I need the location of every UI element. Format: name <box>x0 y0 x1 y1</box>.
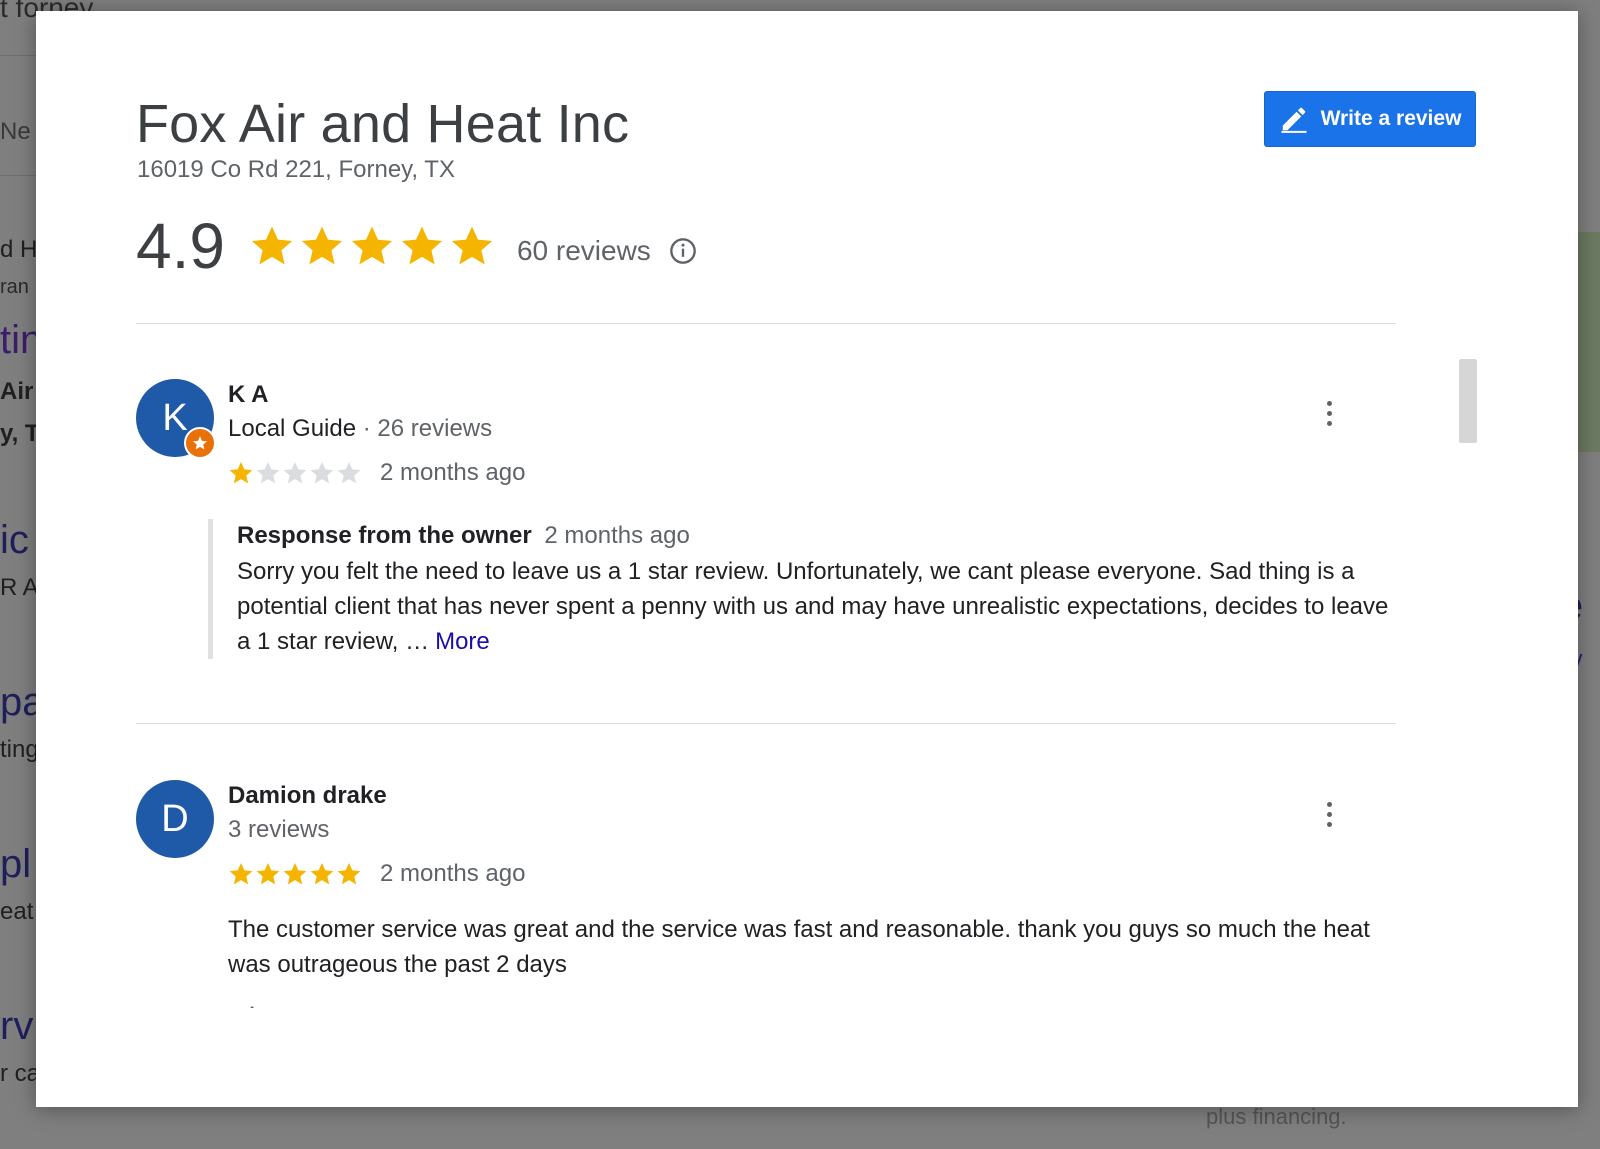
avatar[interactable]: D <box>136 780 214 858</box>
dot <box>1326 801 1332 807</box>
review-count: 60 reviews <box>516 235 651 266</box>
dot <box>1326 410 1332 416</box>
thumbs-up-icon[interactable] <box>236 992 316 1008</box>
write-review-button[interactable]: Write a review <box>1264 91 1476 147</box>
meta-separator: · <box>356 415 378 442</box>
rating-summary: 4.9 60 reviews <box>136 210 697 282</box>
background-fragment: eat <box>0 898 34 925</box>
dot <box>1326 821 1332 827</box>
info-icon[interactable] <box>669 237 697 265</box>
background-fragment: plus financing. <box>1206 1104 1347 1129</box>
background-fragment: Ne <box>0 118 31 145</box>
review-stars <box>228 861 362 887</box>
review-rating-row: 2 months ago <box>228 459 525 487</box>
owner-response-text: Sorry you felt the need to leave us a 1 … <box>237 558 1389 655</box>
scrollbar[interactable] <box>1459 359 1477 443</box>
background-fragment: y, T <box>0 420 40 447</box>
reviews-dialog: Fox Air and Heat Inc 16019 Co Rd 221, Fo… <box>36 11 1578 1107</box>
background-fragment: rv <box>0 1004 34 1048</box>
average-rating: 4.9 <box>136 210 225 282</box>
local-guide-badge-icon <box>184 427 216 459</box>
dot <box>1326 400 1332 406</box>
background-fragment: pl <box>0 842 32 886</box>
reviewer-review-count: 26 reviews <box>377 415 493 442</box>
owner-response-date: 2 months ago <box>544 522 690 549</box>
review-rating-row: 2 months ago <box>228 860 525 888</box>
background-fragment: Air <box>0 378 34 405</box>
average-rating-stars <box>249 223 495 269</box>
dot <box>1326 811 1332 817</box>
review-stars <box>228 460 362 486</box>
review-text: The customer service was great and the s… <box>228 916 1370 978</box>
background-divider <box>0 175 36 176</box>
star-icon <box>251 226 293 265</box>
reviewer-meta: 3 reviews <box>228 816 329 844</box>
star-filled-icon <box>337 862 361 885</box>
star-icon <box>401 226 443 265</box>
reviewer-name[interactable]: Damion drake <box>228 782 387 810</box>
more-link[interactable]: More <box>435 628 490 655</box>
review-item: K K A Local Guide · 26 reviews 2 months … <box>136 379 1396 679</box>
business-address: 16019 Co Rd 221, Forney, TX <box>137 156 455 183</box>
review-more-options-button[interactable] <box>1314 794 1344 834</box>
review-more-options-button[interactable] <box>1314 393 1344 433</box>
background-fragment: ic <box>0 518 29 562</box>
star-empty-icon <box>310 461 334 484</box>
owner-response: Response from the owner 2 months ago Sor… <box>208 519 1398 659</box>
star-filled-icon <box>229 862 253 885</box>
avatar-initial: D <box>161 797 189 840</box>
background-fragment: r ca <box>0 1060 41 1087</box>
star-empty-icon <box>337 461 361 484</box>
star-filled-icon <box>310 862 334 885</box>
review-divider <box>136 723 1396 724</box>
star-filled-icon <box>256 862 280 885</box>
review-item: D Damion drake 3 reviews 2 months ago Th… <box>136 780 1396 1040</box>
owner-response-text-block: Sorry you felt the need to leave us a 1 … <box>237 554 1398 659</box>
review-date: 2 months ago <box>380 459 526 486</box>
review-date: 2 months ago <box>380 860 526 887</box>
reviewer-meta: Local Guide · 26 reviews <box>228 415 492 443</box>
owner-response-label: Response from the owner <box>237 522 532 549</box>
background-divider <box>0 55 36 56</box>
star-filled-icon <box>229 461 253 484</box>
star-icon <box>351 226 393 265</box>
star-icon <box>451 226 493 265</box>
avatar-initial: K <box>162 396 188 439</box>
write-review-label: Write a review <box>1320 107 1462 130</box>
background-fragment: ting <box>0 736 39 763</box>
star-empty-icon <box>256 461 280 484</box>
reviewer-name[interactable]: K A <box>228 381 268 409</box>
background-fragment: d H <box>0 236 38 263</box>
star-filled-icon <box>283 862 307 885</box>
pencil-icon <box>1281 107 1307 133</box>
business-name: Fox Air and Heat Inc <box>136 94 630 154</box>
background-fragment: ran <box>0 276 29 298</box>
star-empty-icon <box>283 461 307 484</box>
reviewer-review-count: 3 reviews <box>228 816 330 843</box>
star-icon <box>301 226 343 265</box>
background-fragment: R A <box>0 574 39 601</box>
local-guide-label: Local Guide <box>228 415 357 442</box>
header-divider <box>136 323 1396 324</box>
dot <box>1326 420 1332 426</box>
